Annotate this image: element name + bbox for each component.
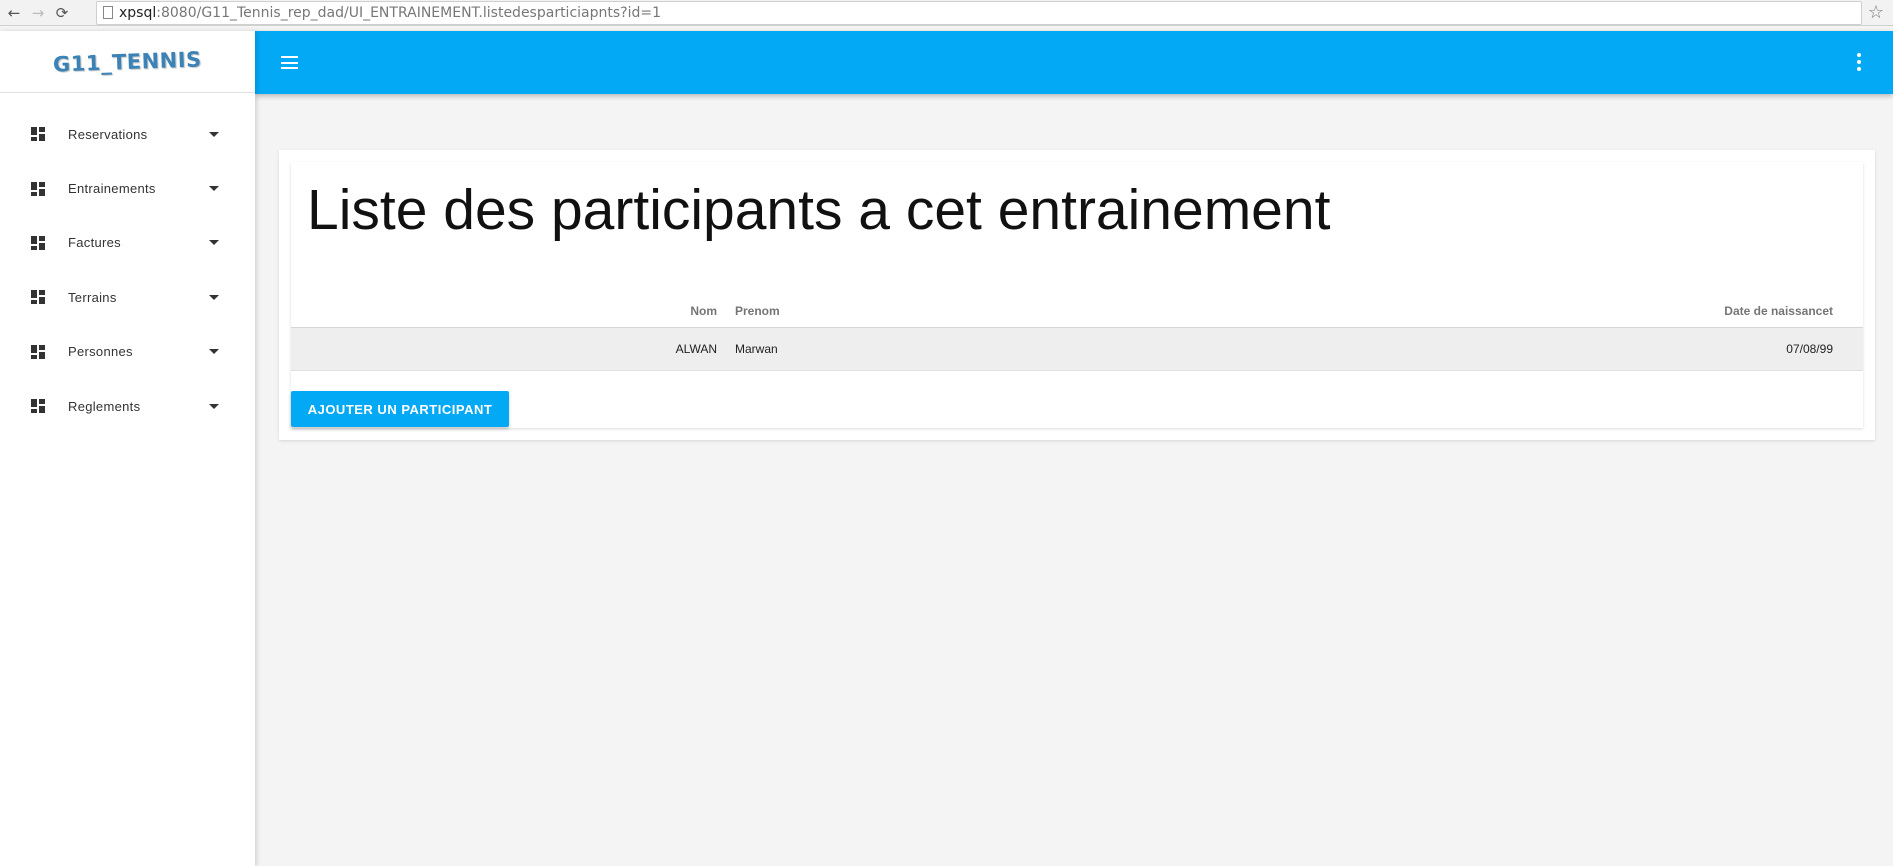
content-card: Liste des participants a cet entrainemen…: [279, 150, 1875, 440]
add-participant-button[interactable]: AJOUTER UN PARTICIPANT: [291, 391, 509, 427]
cell-nom: ALWAN: [675, 342, 717, 356]
app-logo[interactable]: G11_TENNIS: [53, 47, 202, 76]
reload-icon[interactable]: ⟳: [52, 3, 72, 23]
sidebar: G11_TENNIS Reservations Entrainements Fa…: [0, 31, 255, 866]
url-text[interactable]: xpsql:8080/G11_Tennis_rep_dad/UI_ENTRAIN…: [119, 5, 661, 21]
sidebar-item-label: Reservations: [68, 126, 148, 142]
caret-down-icon: [209, 403, 219, 409]
address-bar[interactable]: xpsql:8080/G11_Tennis_rep_dad/UI_ENTRAIN…: [96, 1, 1862, 25]
dashboard-icon: [31, 127, 45, 142]
sidebar-item-factures[interactable]: Factures: [0, 216, 255, 270]
sidebar-item-reglements[interactable]: Reglements: [0, 379, 255, 433]
browser-toolbar: ← → ⟳ xpsql:8080/G11_Tennis_rep_dad/UI_E…: [0, 0, 1893, 26]
back-icon[interactable]: ←: [4, 3, 24, 23]
app-header: [255, 31, 1893, 94]
caret-down-icon: [209, 349, 219, 355]
dashboard-icon: [31, 399, 45, 414]
sidebar-item-entrainements[interactable]: Entrainements: [0, 161, 255, 215]
logo-area: G11_TENNIS: [0, 31, 255, 93]
participants-panel: Liste des participants a cet entrainemen…: [291, 162, 1863, 428]
sidebar-item-reservations[interactable]: Reservations: [0, 107, 255, 161]
page-title: Liste des participants a cet entrainemen…: [307, 178, 1331, 242]
column-header-prenom[interactable]: Prenom: [735, 304, 780, 318]
forward-icon[interactable]: →: [28, 3, 48, 23]
sidebar-menu: Reservations Entrainements Factures Terr…: [0, 107, 255, 433]
sidebar-item-personnes[interactable]: Personnes: [0, 325, 255, 379]
dashboard-icon: [31, 290, 45, 305]
sidebar-item-label: Factures: [68, 235, 121, 251]
hamburger-icon[interactable]: [281, 56, 298, 69]
sidebar-item-terrains[interactable]: Terrains: [0, 270, 255, 324]
table-header: Nom Prenom Date de naissancet: [291, 294, 1863, 328]
sidebar-item-label: Entrainements: [68, 181, 156, 197]
caret-down-icon: [209, 294, 219, 300]
sidebar-item-label: Terrains: [68, 289, 117, 305]
table-row[interactable]: ALWAN Marwan 07/08/99: [291, 328, 1863, 371]
dashboard-icon: [31, 344, 45, 359]
cell-prenom: Marwan: [735, 342, 778, 356]
caret-down-icon: [209, 131, 219, 137]
sidebar-item-label: Personnes: [68, 344, 133, 360]
more-vert-icon[interactable]: [1857, 53, 1861, 71]
cell-date: 07/08/99: [1786, 342, 1833, 356]
page-icon: [103, 6, 113, 19]
dashboard-icon: [31, 235, 45, 250]
caret-down-icon: [209, 240, 219, 246]
caret-down-icon: [209, 186, 219, 192]
url-host: xpsql: [119, 5, 157, 21]
column-header-nom[interactable]: Nom: [690, 304, 717, 318]
sidebar-item-label: Reglements: [68, 398, 141, 414]
dashboard-icon: [31, 181, 45, 196]
url-path: :8080/G11_Tennis_rep_dad/UI_ENTRAINEMENT…: [156, 5, 662, 21]
bookmark-star-icon[interactable]: ☆: [1865, 1, 1887, 25]
column-header-date[interactable]: Date de naissancet: [1724, 304, 1833, 318]
